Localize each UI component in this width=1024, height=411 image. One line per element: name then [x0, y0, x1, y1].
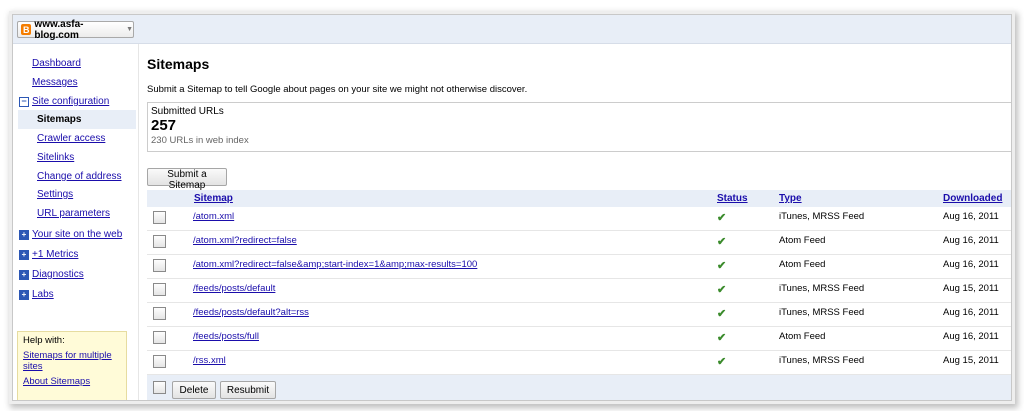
row-checkbox[interactable] — [153, 307, 166, 320]
site-name: www.asfa-blog.com — [34, 18, 84, 41]
page-description: Submit a Sitemap to tell Google about pa… — [147, 84, 528, 95]
sitemap-link[interactable]: /feeds/posts/full — [193, 331, 259, 342]
expand-icon[interactable]: + — [19, 230, 29, 240]
help-link-about-sitemaps[interactable]: About Sitemaps — [23, 376, 90, 387]
sitemap-downloaded: Aug 16, 2011 — [943, 235, 999, 246]
table-row: /feeds/posts/default ✔ iTunes, MRSS Feed… — [147, 279, 1011, 303]
page-title: Sitemaps — [147, 56, 210, 72]
stat-label: Submitted URLs — [151, 106, 224, 117]
stat-indexed: 230 URLs in web index — [151, 135, 249, 146]
expand-icon[interactable]: + — [19, 250, 29, 260]
table-row: /feeds/posts/full ✔ Atom Feed Aug 16, 20… — [147, 327, 1011, 351]
sidebar-item-messages[interactable]: Messages — [32, 77, 78, 88]
sitemap-downloaded: Aug 15, 2011 — [943, 355, 999, 366]
sitemap-type: iTunes, MRSS Feed — [779, 307, 865, 318]
sidebar-item-diagnostics[interactable]: Diagnostics — [32, 269, 84, 280]
resubmit-button[interactable]: Resubmit — [220, 381, 276, 399]
checkmark-icon: ✔ — [717, 308, 727, 320]
help-link-multiple-sites[interactable]: Sitemaps for multiple sites — [23, 350, 112, 372]
checkmark-icon: ✔ — [717, 284, 727, 296]
checkmark-icon: ✔ — [717, 212, 727, 224]
sitemaps-table: Sitemap Status Type Downloaded /atom.xml… — [147, 190, 1011, 400]
sitemap-type: Atom Feed — [779, 331, 826, 342]
sitemap-type: iTunes, MRSS Feed — [779, 283, 865, 294]
sitemap-link[interactable]: /atom.xml?redirect=false — [193, 235, 297, 246]
checkmark-icon: ✔ — [717, 356, 727, 368]
column-type[interactable]: Type — [779, 193, 802, 204]
expand-icon[interactable]: + — [19, 290, 29, 300]
sidebar-item-site-configuration[interactable]: Site configuration — [32, 96, 109, 107]
sitemap-type: Atom Feed — [779, 259, 826, 270]
column-downloaded[interactable]: Downloaded — [943, 193, 1002, 204]
column-status[interactable]: Status — [717, 193, 748, 204]
blogger-icon: B — [21, 24, 32, 35]
sidebar-item-crawler-access[interactable]: Crawler access — [37, 133, 105, 144]
row-checkbox[interactable] — [153, 355, 166, 368]
sidebar-item-sitemaps[interactable]: Sitemaps — [37, 114, 81, 125]
select-all-checkbox[interactable] — [153, 381, 166, 394]
checkmark-icon: ✔ — [717, 332, 727, 344]
sitemap-downloaded: Aug 16, 2011 — [943, 211, 999, 222]
row-checkbox[interactable] — [153, 211, 166, 224]
stat-count: 257 — [151, 117, 177, 134]
main-content: Sitemaps Submit a Sitemap to tell Google… — [138, 44, 1011, 400]
table-footer: Delete Resubmit — [147, 375, 1011, 400]
sitemap-link[interactable]: /atom.xml?redirect=false&amp;start-index… — [193, 259, 477, 270]
sitemap-downloaded: Aug 16, 2011 — [943, 259, 999, 270]
table-row: /rss.xml ✔ iTunes, MRSS Feed Aug 15, 201… — [147, 351, 1011, 375]
submit-sitemap-button[interactable]: Submit a Sitemap — [147, 168, 227, 191]
table-row: /atom.xml ✔ iTunes, MRSS Feed Aug 16, 20… — [147, 207, 1011, 231]
sidebar-item-plus1-metrics[interactable]: +1 Metrics — [32, 249, 78, 260]
table-row: /feeds/posts/default?alt=rss ✔ iTunes, M… — [147, 303, 1011, 327]
sidebar-item-dashboard[interactable]: Dashboard — [32, 58, 81, 69]
sidebar-item-your-site-on-the-web[interactable]: Your site on the web — [32, 229, 122, 240]
checkmark-icon: ✔ — [717, 260, 727, 272]
help-heading: Help with: — [23, 335, 65, 346]
table-row: /atom.xml?redirect=false&amp;start-index… — [147, 255, 1011, 279]
row-checkbox[interactable] — [153, 331, 166, 344]
chevron-down-icon: ▼ — [126, 26, 133, 33]
sitemap-downloaded: Aug 16, 2011 — [943, 331, 999, 342]
row-checkbox[interactable] — [153, 235, 166, 248]
sitemap-downloaded: Aug 16, 2011 — [943, 307, 999, 318]
sidebar-item-labs[interactable]: Labs — [32, 289, 54, 300]
sidebar-item-sitelinks[interactable]: Sitelinks — [37, 152, 74, 163]
submitted-urls-panel: Submitted URLs 257 230 URLs in web index — [147, 102, 1011, 152]
row-checkbox[interactable] — [153, 283, 166, 296]
sitemap-link[interactable]: /atom.xml — [193, 211, 234, 222]
sidebar-item-change-of-address[interactable]: Change of address — [37, 171, 122, 182]
table-row: /atom.xml?redirect=false ✔ Atom Feed Aug… — [147, 231, 1011, 255]
sidebar-item-url-parameters[interactable]: URL parameters — [37, 208, 110, 219]
sitemap-link[interactable]: /rss.xml — [193, 355, 226, 366]
sidebar-item-settings[interactable]: Settings — [37, 189, 73, 200]
site-selector[interactable]: B www.asfa-blog.com ▼ — [17, 18, 134, 41]
table-header: Sitemap Status Type Downloaded — [147, 190, 1011, 207]
sitemap-type: iTunes, MRSS Feed — [779, 211, 865, 222]
app-window: B www.asfa-blog.com ▼ Dashboard Messages… — [12, 14, 1012, 401]
sitemap-link[interactable]: /feeds/posts/default?alt=rss — [193, 307, 309, 318]
top-bar: B www.asfa-blog.com ▼ — [13, 15, 1011, 44]
collapse-icon[interactable]: − — [19, 97, 29, 107]
column-sitemap[interactable]: Sitemap — [194, 193, 233, 204]
expand-icon[interactable]: + — [19, 270, 29, 280]
delete-button[interactable]: Delete — [172, 381, 216, 399]
help-box: Help with: Sitemaps for multiple sites A… — [17, 331, 127, 400]
sitemap-type: Atom Feed — [779, 235, 826, 246]
checkmark-icon: ✔ — [717, 236, 727, 248]
sitemap-downloaded: Aug 15, 2011 — [943, 283, 999, 294]
sitemap-type: iTunes, MRSS Feed — [779, 355, 865, 366]
sitemap-link[interactable]: /feeds/posts/default — [193, 283, 275, 294]
row-checkbox[interactable] — [153, 259, 166, 272]
